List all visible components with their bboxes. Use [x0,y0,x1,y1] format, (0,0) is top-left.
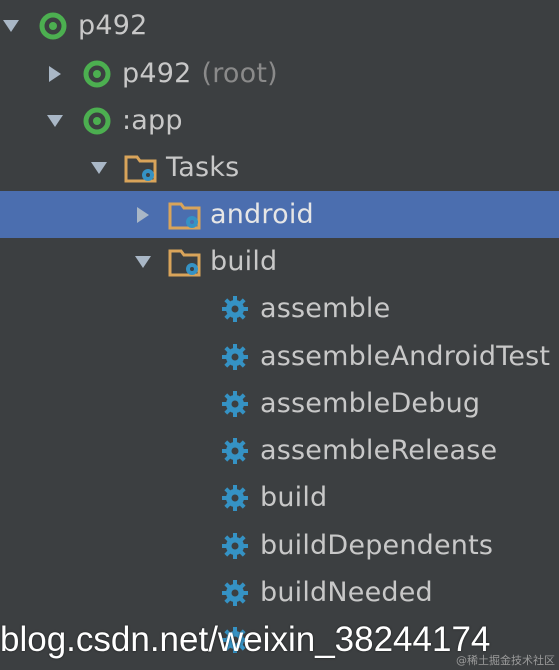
collapse-arrow-icon[interactable] [132,204,154,226]
task-folder-icon [124,151,158,185]
tree-row-project-p492[interactable]: p492 [0,2,559,49]
task-folder-icon [168,245,202,279]
tree-row-project-p492-root[interactable]: p492 (root) [0,50,559,97]
gear-icon [218,576,252,610]
expand-arrow-icon[interactable] [0,15,22,37]
task-row-assembleRelease[interactable]: assembleRelease [0,427,559,474]
gear-icon [218,340,252,374]
task-label: assembleDebug [260,388,481,419]
task-row-assemble[interactable]: assemble [0,285,559,332]
task-label: buildNeeded [260,577,433,608]
task-row-assembleAndroidTest[interactable]: assembleAndroidTest [0,333,559,380]
gradle-project-icon [80,104,114,138]
tree-row-android[interactable]: android [0,191,559,238]
expand-arrow-icon[interactable] [88,157,110,179]
tree-row-label: android [210,199,314,230]
tree-row-label: p492 [122,58,192,89]
expand-arrow-icon[interactable] [44,110,66,132]
task-label: assembleAndroidTest [260,341,551,372]
tree-row-label: :app [122,105,183,136]
gear-icon [218,387,252,421]
tree-row-module-app[interactable]: :app [0,97,559,144]
gear-icon [218,292,252,326]
collapse-arrow-icon[interactable] [44,63,66,85]
tree-row-label: Tasks [166,152,240,183]
task-label: buildDependents [260,530,494,561]
gradle-tasks-tree: p492 p492 (root) :app Tasks android buil… [0,0,559,670]
tree-row-label: build [210,246,278,277]
tree-row-label: p492 [78,10,148,41]
watermark-url: blog.csdn.net/weixin_38244174 [0,620,491,659]
expand-arrow-icon[interactable] [132,251,154,273]
task-row-assembleDebug[interactable]: assembleDebug [0,380,559,427]
gear-icon [218,529,252,563]
task-label: assemble [260,293,391,324]
task-row-buildNeeded[interactable]: buildNeeded [0,569,559,616]
gear-icon [218,434,252,468]
task-label: assembleRelease [260,435,498,466]
task-label: build [260,482,328,513]
watermark-small: @稀土掘金技术社区 [456,654,555,667]
gradle-project-icon [36,9,70,43]
task-row-buildDependents[interactable]: buildDependents [0,522,559,569]
tree-row-suffix: (root) [201,58,278,89]
tree-row-build-group[interactable]: build [0,238,559,285]
task-folder-icon [168,198,202,232]
task-row-build[interactable]: build [0,474,559,521]
gradle-project-icon [80,57,114,91]
gear-icon [218,481,252,515]
tree-row-tasks[interactable]: Tasks [0,144,559,191]
